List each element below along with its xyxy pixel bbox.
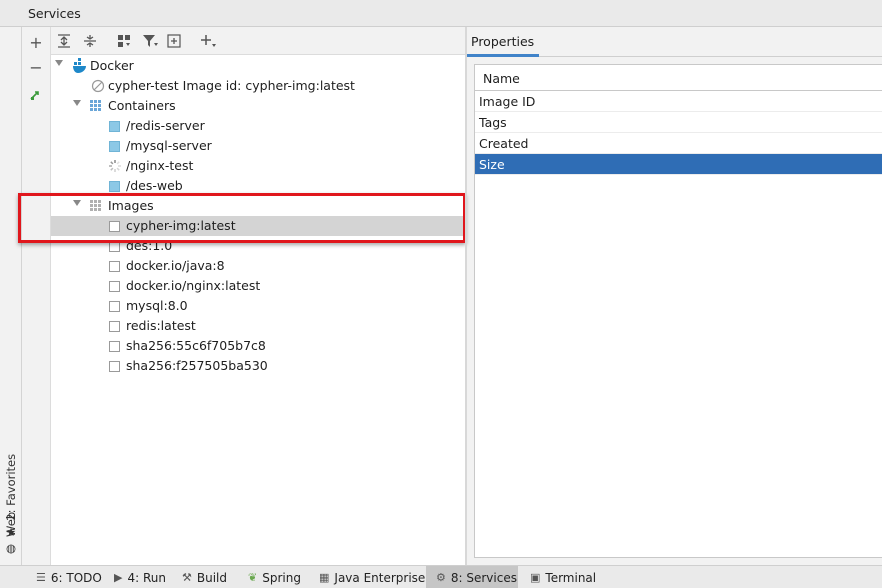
filter-icon[interactable] — [140, 31, 160, 51]
tree-node-container[interactable]: /nginx-test — [51, 156, 465, 176]
tool-window-title: Services — [28, 6, 81, 21]
tree-node-container[interactable]: /mysql-server — [51, 136, 465, 156]
expand-arrow-icon[interactable] — [55, 60, 63, 66]
tree-node-image[interactable]: docker.io/nginx:latest — [51, 276, 465, 296]
terminal-icon: ▣ — [530, 571, 541, 584]
highlight-annotation-box — [18, 193, 466, 243]
globe-icon: ◍ — [5, 540, 17, 555]
terminal-tool-button[interactable]: ▣ Terminal — [526, 566, 600, 588]
group-icon[interactable] — [114, 31, 134, 51]
tree-node-image[interactable]: sha256:f257505ba530 — [51, 356, 465, 376]
image-icon — [109, 261, 120, 272]
property-row-selected[interactable]: Size — [475, 154, 882, 175]
collapse-all-icon[interactable] — [80, 31, 100, 51]
image-icon — [109, 281, 120, 292]
build-tool-button[interactable]: ⚒ Build — [178, 566, 231, 588]
java-enterprise-icon: ▦ — [319, 571, 330, 584]
list-icon: ☰ — [36, 571, 46, 584]
services-tree: Docker cypher-test Image id: cypher-img:… — [51, 55, 465, 565]
tab-properties[interactable]: Properties — [467, 27, 539, 57]
expand-all-icon[interactable] — [54, 31, 74, 51]
image-icon — [109, 301, 120, 312]
left-side-strip: ★2: Favorites ◍Web — [0, 27, 22, 565]
tree-node-image[interactable]: redis:latest — [51, 316, 465, 336]
property-row[interactable]: Image ID — [475, 91, 882, 112]
container-icon — [109, 181, 120, 192]
docker-icon — [72, 58, 88, 77]
tree-node-image[interactable]: sha256:55c6f705b7c8 — [51, 336, 465, 356]
properties-table: Name Image ID Tags Created Size — [474, 64, 882, 558]
hammer-icon: ⚒ — [182, 571, 192, 584]
spring-tool-button[interactable]: ❦ Spring — [244, 566, 305, 588]
property-row[interactable]: Created — [475, 133, 882, 154]
properties-header: Name — [475, 65, 882, 91]
services-tool-button[interactable]: ⚙ 8: Services — [426, 566, 518, 588]
tree-node-image-id[interactable]: cypher-test Image id: cypher-img:latest — [51, 76, 465, 96]
web-side-tab[interactable]: ◍Web — [4, 512, 18, 555]
tool-window-header: Services — [0, 0, 882, 27]
jump-to-source-button[interactable] — [25, 84, 47, 104]
todo-tool-button[interactable]: ☰ 6: TODO — [32, 566, 106, 588]
expand-arrow-icon[interactable] — [73, 100, 81, 106]
bottom-tool-bar: ☰ 6: TODO ▶ 4: Run ⚒ Build ❦ Spring ▦ Java En… — [0, 565, 882, 588]
tree-node-containers[interactable]: Containers — [51, 96, 465, 116]
tree-node-image[interactable]: docker.io/java:8 — [51, 256, 465, 276]
tree-node-container[interactable]: /redis-server — [51, 116, 465, 136]
services-icon: ⚙ — [436, 571, 446, 584]
new-icon[interactable] — [165, 31, 185, 51]
tree-node-image[interactable]: mysql:8.0 — [51, 296, 465, 316]
image-icon — [109, 341, 120, 352]
container-icon — [109, 141, 120, 152]
remove-icon[interactable]: − — [25, 57, 47, 77]
property-row[interactable]: Tags — [475, 112, 882, 133]
add-icon[interactable]: + — [25, 32, 47, 52]
run-tool-button[interactable]: ▶ 4: Run — [110, 566, 170, 588]
java-enterprise-tool-button[interactable]: ▦ Java Enterprise — [315, 566, 429, 588]
container-icon — [109, 121, 120, 132]
services-tool-column: + − — [22, 27, 51, 565]
splitter[interactable] — [465, 27, 467, 565]
tree-toolbar — [51, 27, 465, 55]
tree-node-docker[interactable]: Docker — [51, 56, 465, 76]
not-running-icon — [91, 79, 105, 96]
spring-icon: ❦ — [248, 571, 258, 584]
add-dropdown-icon[interactable] — [199, 31, 219, 51]
run-icon: ▶ — [114, 571, 123, 584]
image-icon — [109, 361, 120, 372]
loading-spinner-icon — [108, 159, 122, 176]
jump-icon — [30, 91, 39, 100]
grid-icon — [90, 100, 102, 115]
image-icon — [109, 321, 120, 332]
